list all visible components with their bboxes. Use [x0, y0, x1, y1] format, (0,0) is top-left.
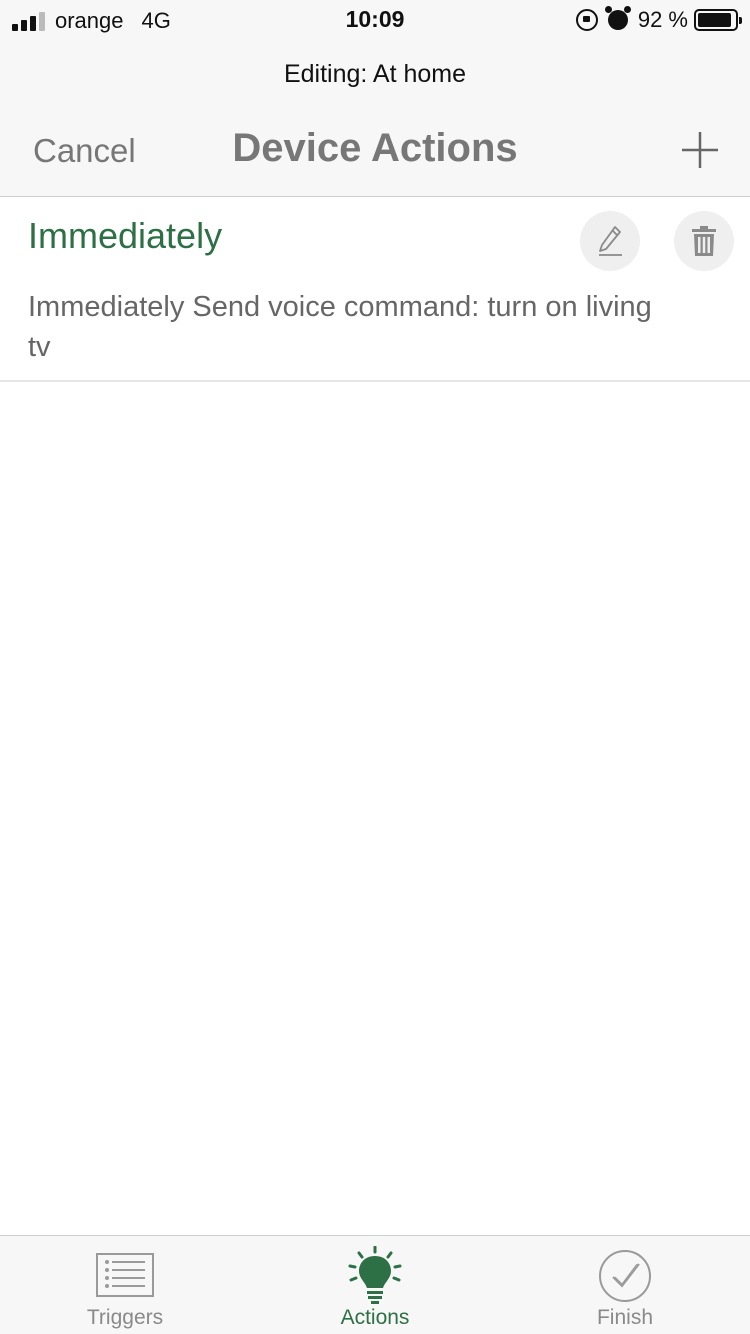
- tab-label-triggers: Triggers: [86, 1306, 164, 1329]
- status-bar: orange 4G 10:09 92 %: [0, 0, 750, 40]
- battery-percent: 92 %: [637, 7, 688, 32]
- battery-icon: [694, 9, 742, 31]
- trash-icon: [692, 226, 716, 256]
- alarm-icon: [604, 6, 631, 30]
- delete-button[interactable]: [674, 211, 734, 271]
- plus-icon: [682, 132, 718, 168]
- tab-bar: Triggers Actions Finish: [0, 1235, 750, 1334]
- edit-button[interactable]: [580, 211, 640, 271]
- rotation-lock-icon: [575, 9, 598, 31]
- tab-triggers[interactable]: Triggers: [0, 1236, 250, 1334]
- lightbulb-icon: [348, 1246, 402, 1304]
- checkmark-circle-icon: [599, 1250, 651, 1302]
- add-button[interactable]: [680, 130, 720, 170]
- tab-finish[interactable]: Finish: [500, 1236, 750, 1334]
- action-description: Immediately Send voice command: turn on …: [28, 291, 652, 363]
- nav-header: Editing: At home Cancel Device Actions: [0, 40, 750, 197]
- editing-subtitle: Editing: At home: [283, 60, 467, 88]
- page-title: Device Actions: [232, 126, 518, 170]
- action-title: Immediately: [28, 215, 223, 256]
- battery-fill: [698, 13, 732, 27]
- status-right: 92 %: [575, 6, 742, 33]
- tab-label-actions: Actions: [340, 1306, 410, 1329]
- tab-actions[interactable]: Actions: [250, 1236, 500, 1334]
- list-icon: [96, 1253, 154, 1297]
- pencil-icon: [599, 226, 622, 256]
- tab-label-finish: Finish: [596, 1306, 654, 1329]
- action-list-item[interactable]: Immediately Immediately Send voice comma…: [0, 197, 750, 382]
